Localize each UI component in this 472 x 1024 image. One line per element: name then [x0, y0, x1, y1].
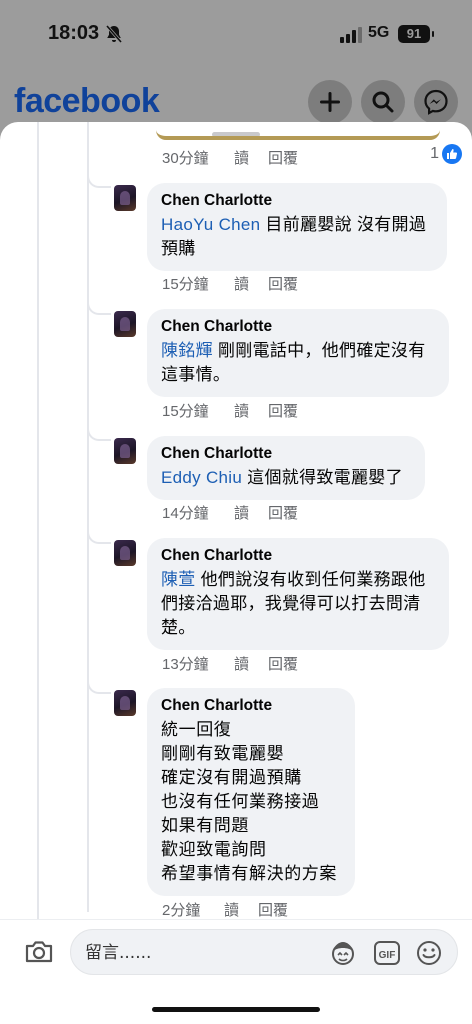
avatar[interactable]: [114, 690, 136, 716]
battery-cap: [432, 31, 434, 37]
comment-text: Eddy Chiu 這個就得致電麗嬰了: [161, 468, 403, 487]
reply-button[interactable]: 回覆: [268, 653, 298, 674]
avatar[interactable]: [114, 185, 136, 211]
emoji-icon[interactable]: [415, 939, 443, 967]
status-time: 18:03: [48, 22, 100, 44]
thread-line-inner: [87, 122, 89, 912]
home-indicator[interactable]: [152, 1007, 320, 1012]
signal-icon: [340, 27, 362, 43]
home-indicator-area: [0, 985, 472, 1024]
comment-actions: 15分鐘 讀 回覆: [162, 400, 298, 421]
comment-time: 13分鐘: [162, 656, 209, 673]
comment-author[interactable]: Chen Charlotte: [161, 445, 411, 463]
mention-link[interactable]: 陳銘輝: [161, 341, 213, 360]
app-header: facebook: [0, 76, 472, 128]
thread-branch: [87, 299, 111, 315]
reply-button[interactable]: 回覆: [268, 273, 298, 294]
comment-text: 陳銘輝 剛剛電話中，他們確定沒有 這事情。: [161, 341, 426, 384]
comment-text: 陳萱 他們說沒有收到任何業務跟他 們接洽過耶，我覺得可以打去問清 楚。: [161, 570, 426, 637]
comment-actions: 14分鐘 讀 回覆: [162, 502, 298, 523]
thread-branch: [87, 425, 111, 441]
comment-author[interactable]: Chen Charlotte: [161, 192, 433, 210]
avatar[interactable]: [114, 540, 136, 566]
svg-text:GIF: GIF: [379, 950, 396, 961]
comment-time: 15分鐘: [162, 276, 209, 293]
read-button[interactable]: 讀: [224, 899, 258, 920]
reply-button[interactable]: 回覆: [268, 502, 298, 523]
read-button[interactable]: 讀: [234, 400, 268, 421]
comment-bubble[interactable]: Chen Charlotte HaoYu Chen 目前麗嬰說 沒有開過 預購: [147, 183, 447, 271]
plus-icon: [320, 92, 340, 112]
camera-icon[interactable]: [24, 939, 54, 965]
comment-time: 15分鐘: [162, 403, 209, 420]
like-icon: [442, 144, 462, 164]
comment-text: HaoYu Chen 目前麗嬰說 沒有開過 預購: [161, 215, 427, 258]
comment-actions: 15分鐘 讀 回覆: [162, 273, 298, 294]
mention-link[interactable]: HaoYu Chen: [161, 215, 260, 234]
comment-input-box[interactable]: GIF: [70, 929, 458, 975]
messenger-button[interactable]: [414, 80, 458, 124]
comment-input[interactable]: [85, 941, 315, 965]
reply-button[interactable]: 回覆: [258, 899, 288, 920]
avatar[interactable]: [114, 438, 136, 464]
like-count-number: 1: [430, 145, 439, 162]
facebook-logo[interactable]: facebook: [14, 82, 160, 121]
comment-time: 30分鐘: [162, 150, 209, 167]
thread-line-outer: [37, 122, 39, 922]
mention-link[interactable]: 陳萱: [161, 570, 196, 589]
comment-time: 14分鐘: [162, 505, 209, 522]
reply-button[interactable]: 回覆: [268, 400, 298, 421]
thread-branch: [87, 172, 111, 188]
previous-comment-bubble: [156, 130, 440, 140]
comment-author[interactable]: Chen Charlotte: [161, 318, 435, 336]
thread-branch: [87, 678, 111, 694]
gif-icon[interactable]: GIF: [373, 939, 401, 967]
read-button[interactable]: 讀: [234, 147, 268, 168]
search-icon: [372, 91, 394, 113]
comment-bubble[interactable]: Chen Charlotte Eddy Chiu 這個就得致電麗嬰了: [147, 436, 425, 500]
comment-author[interactable]: Chen Charlotte: [161, 697, 341, 715]
search-button[interactable]: [361, 80, 405, 124]
comment-actions: 13分鐘 讀 回覆: [162, 653, 298, 674]
read-button[interactable]: 讀: [234, 273, 268, 294]
reply-button[interactable]: 回覆: [268, 147, 298, 168]
comment-composer: GIF: [0, 919, 472, 985]
mention-link[interactable]: Eddy Chiu: [161, 468, 242, 487]
status-bar: 18:03 5G 91: [0, 0, 472, 70]
read-button[interactable]: 讀: [234, 653, 268, 674]
like-count[interactable]: 1: [430, 144, 462, 164]
comment-author[interactable]: Chen Charlotte: [161, 547, 435, 565]
avatar-sticker-icon[interactable]: [329, 939, 357, 967]
create-button[interactable]: [308, 80, 352, 124]
comment-bubble[interactable]: Chen Charlotte 統一回復 剛剛有致電麗嬰 確定沒有開過預購 也沒有…: [147, 688, 355, 896]
network-type: 5G: [368, 24, 390, 41]
top-comment-actions: 30分鐘 讀 回覆: [162, 147, 298, 168]
comments-sheet[interactable]: 30分鐘 讀 回覆 1 Chen Charlotte HaoYu Chen 目前…: [0, 122, 472, 1024]
avatar[interactable]: [114, 311, 136, 337]
battery-level: 91: [398, 25, 430, 43]
comment-actions: 2分鐘 讀 回覆: [162, 899, 288, 920]
thread-branch: [87, 528, 111, 544]
comment-bubble[interactable]: Chen Charlotte 陳萱 他們說沒有收到任何業務跟他 們接洽過耶，我覺得…: [147, 538, 449, 650]
messenger-icon: [424, 89, 448, 115]
read-button[interactable]: 讀: [234, 502, 268, 523]
bell-slash-icon: [105, 25, 123, 43]
comment-bubble[interactable]: Chen Charlotte 陳銘輝 剛剛電話中，他們確定沒有 這事情。: [147, 309, 449, 397]
comment-time: 2分鐘: [162, 902, 201, 919]
comment-text: 統一回復 剛剛有致電麗嬰 確定沒有開過預購 也沒有任何業務接過 如果有問題 歡迎…: [161, 720, 337, 883]
